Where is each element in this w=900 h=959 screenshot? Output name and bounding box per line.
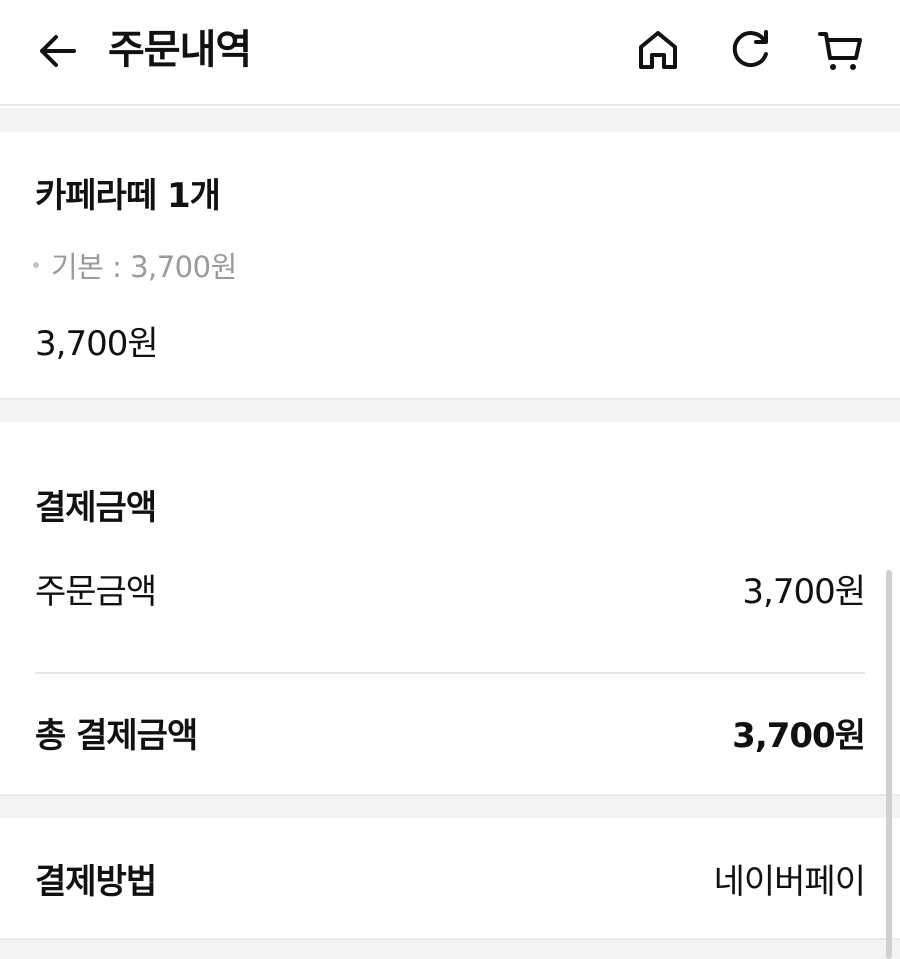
scrollbar[interactable]	[886, 570, 892, 959]
cart-button[interactable]	[816, 26, 864, 74]
order-amount-label: 주문금액	[35, 572, 157, 612]
section-gap	[0, 938, 900, 959]
payment-method-section: 결제방법 네이버페이	[0, 818, 900, 938]
order-item-section: 카페라떼 1개 기본 : 3,700원 3,700원	[0, 132, 900, 398]
section-gap	[0, 794, 900, 818]
order-amount-row: 주문금액 3,700원	[35, 564, 866, 613]
section-gap	[0, 398, 900, 422]
payment-method-value: 네이버페이	[713, 862, 866, 902]
arrow-left-icon	[40, 35, 76, 67]
section-gap	[0, 108, 900, 132]
cart-icon	[818, 32, 862, 70]
total-amount-label: 총 결제금액	[35, 716, 198, 756]
app-header: 주문내역	[0, 0, 900, 106]
payment-method-label: 결제방법	[35, 862, 157, 902]
item-option-text: 기본 : 3,700원	[51, 250, 237, 284]
refresh-button[interactable]	[726, 26, 774, 74]
home-button[interactable]	[634, 26, 682, 74]
payment-amount-title: 결제금액	[35, 488, 157, 528]
item-option: 기본 : 3,700원	[33, 244, 237, 286]
bullet-icon	[33, 262, 39, 268]
home-icon	[639, 31, 677, 69]
total-amount-row: 총 결제금액 3,700원	[35, 708, 866, 757]
item-name: 카페라떼 1개	[35, 176, 221, 216]
order-amount-value: 3,700원	[742, 572, 866, 612]
total-amount-value: 3,700원	[732, 716, 866, 756]
payment-method-row: 결제방법 네이버페이	[35, 854, 866, 903]
divider	[35, 672, 865, 674]
payment-amount-section: 결제금액 주문금액 3,700원 총 결제금액 3,700원	[0, 422, 900, 794]
page-title: 주문내역	[108, 27, 252, 73]
back-button[interactable]	[34, 28, 80, 74]
refresh-icon	[732, 30, 768, 68]
item-price: 3,700원	[35, 324, 159, 364]
